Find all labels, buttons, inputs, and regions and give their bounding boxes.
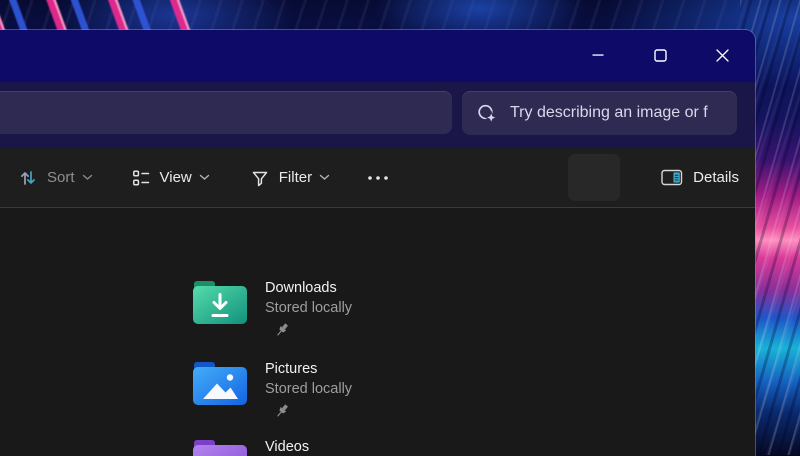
close-button[interactable] <box>691 34 753 76</box>
chevron-down-icon <box>199 174 210 181</box>
sort-icon <box>21 170 35 185</box>
titlebar <box>0 30 755 82</box>
list-item-videos[interactable]: Videos <box>192 437 309 456</box>
ai-search-box[interactable] <box>462 91 737 135</box>
search-input[interactable] <box>508 103 737 123</box>
view-label: View <box>159 169 192 186</box>
file-status: Stored locally <box>265 300 353 316</box>
empty-toolbar-button[interactable] <box>568 154 620 201</box>
chevron-down-icon <box>82 174 93 181</box>
file-status: Stored locally <box>265 381 353 397</box>
more-options-button[interactable] <box>366 175 390 181</box>
ellipsis-icon <box>368 175 388 180</box>
minimize-icon <box>592 54 604 56</box>
file-name: Videos <box>265 439 310 455</box>
pinned-icon <box>277 404 288 417</box>
file-name: Downloads <box>265 280 337 296</box>
address-input[interactable] <box>0 91 452 134</box>
ai-search-icon <box>478 104 497 124</box>
downloads-folder-icon <box>193 281 247 324</box>
list-item-downloads[interactable]: Downloads Stored locally <box>192 278 352 338</box>
close-icon <box>715 48 729 62</box>
filter-button[interactable]: Filter <box>250 168 330 188</box>
maximize-button[interactable] <box>629 34 691 76</box>
filter-icon <box>252 171 268 186</box>
sort-label: Sort <box>47 169 75 186</box>
details-button[interactable]: Details <box>661 148 739 207</box>
maximize-icon <box>653 48 667 62</box>
videos-folder-icon <box>193 440 247 456</box>
file-explorer-window: Sort View Filter <box>0 30 755 456</box>
file-list: Downloads Stored locally Pictures Stored… <box>0 208 755 456</box>
chevron-down-icon <box>319 174 330 181</box>
filter-label: Filter <box>278 169 313 186</box>
toolbar: Sort View Filter Details <box>0 148 755 208</box>
view-icon <box>132 169 149 186</box>
command-bar <box>0 82 755 148</box>
pinned-icon <box>277 323 288 336</box>
view-button[interactable]: View <box>131 168 210 188</box>
minimize-button[interactable] <box>567 34 629 76</box>
sort-button[interactable]: Sort <box>18 168 93 188</box>
window-controls <box>567 34 753 76</box>
details-label: Details <box>693 169 739 186</box>
pictures-folder-icon <box>193 362 247 405</box>
list-item-pictures[interactable]: Pictures Stored locally <box>192 359 352 419</box>
file-name: Pictures <box>265 361 318 377</box>
details-pane-icon <box>661 169 683 186</box>
